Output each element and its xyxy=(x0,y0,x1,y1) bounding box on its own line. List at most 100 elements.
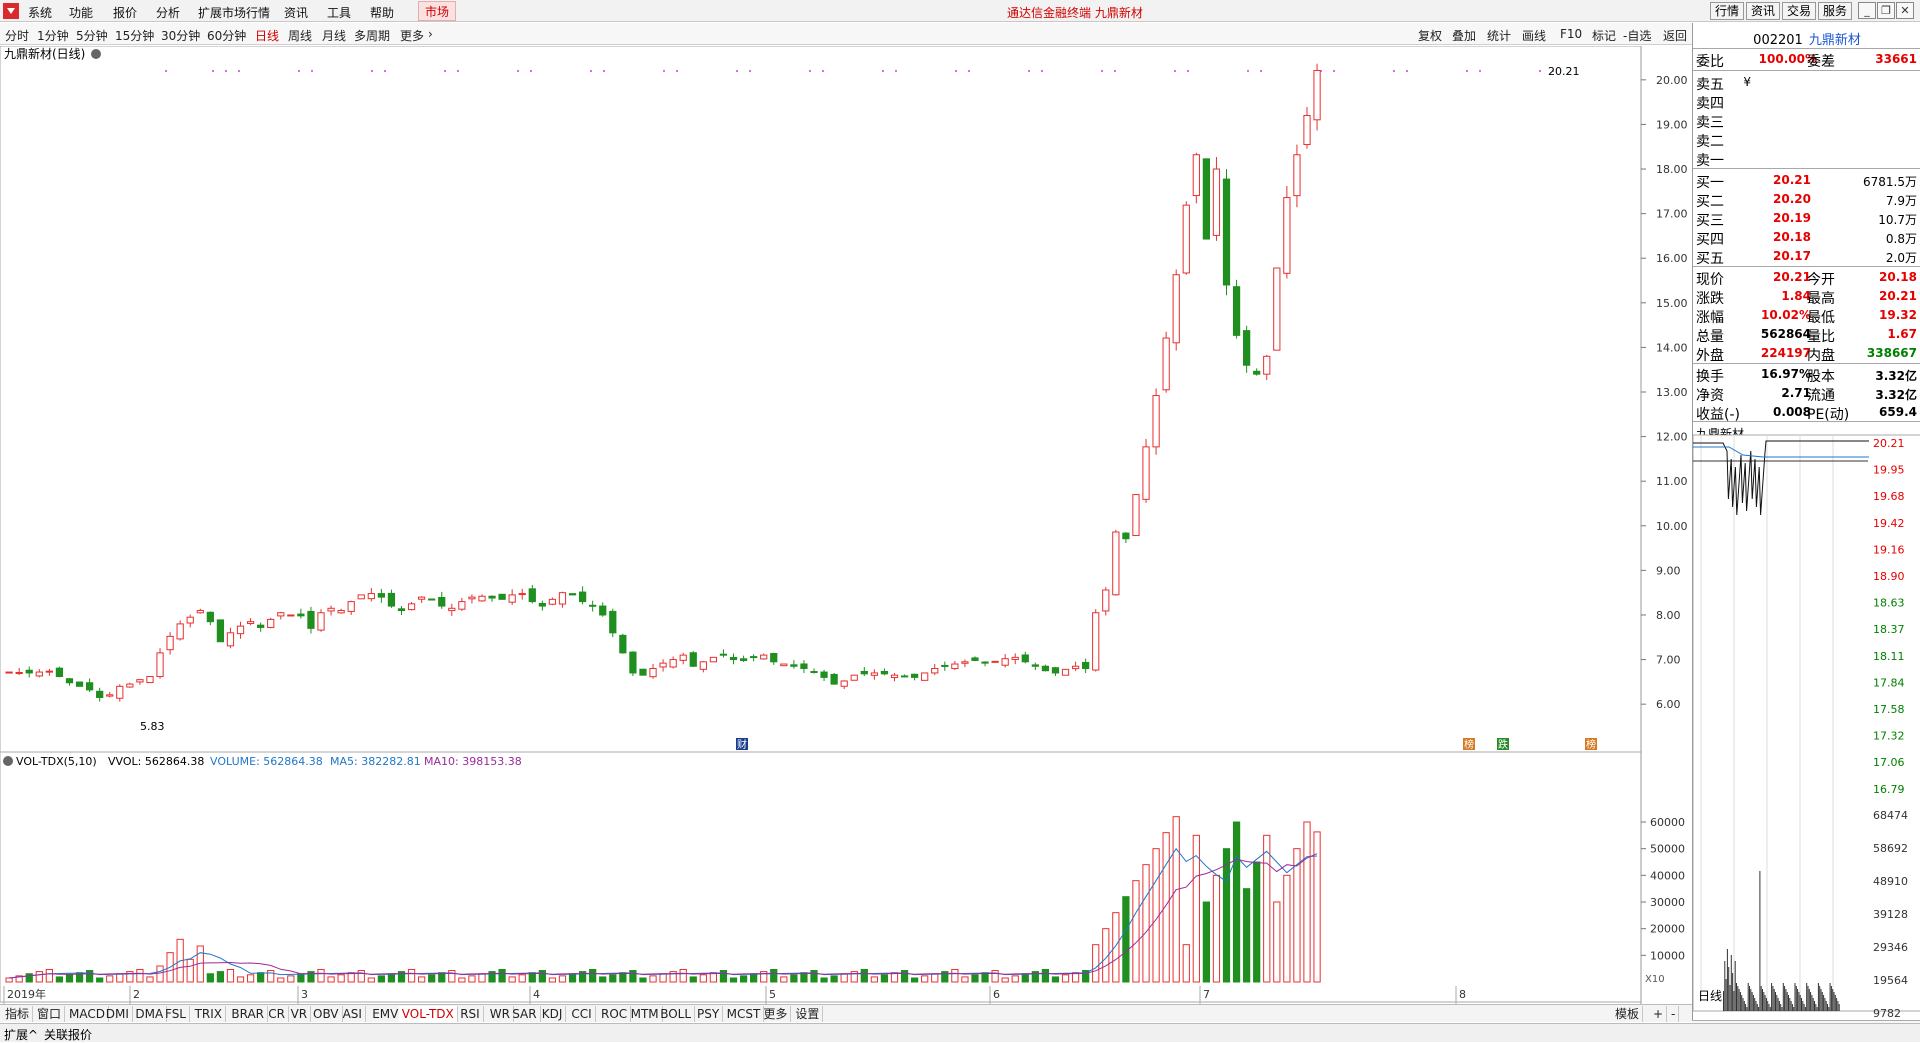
volume-bar xyxy=(136,968,144,983)
indicator-tab[interactable]: ASI xyxy=(340,1006,366,1022)
tab-service[interactable]: 服务 xyxy=(1818,2,1853,20)
mini-volume-bar xyxy=(1834,995,1836,1011)
indicator-tab[interactable]: CR xyxy=(265,1006,289,1022)
candle xyxy=(1263,355,1271,375)
period-tick[interactable]: 分时 xyxy=(5,27,29,44)
indicator-tab[interactable]: SAR xyxy=(509,1006,541,1022)
tab-news[interactable]: 资讯 xyxy=(1746,2,1781,20)
indicator-tab[interactable]: ROC xyxy=(598,1006,632,1022)
menu-info[interactable]: 资讯 xyxy=(284,4,308,21)
status-related-quote[interactable]: 关联报价 xyxy=(44,1026,92,1043)
kline-chart[interactable]: 20.00 19.00 18.00 17.00 16.00 15.00 14.00 13.00… xyxy=(0,46,1692,1004)
btn-draw[interactable]: 画线 xyxy=(1522,27,1546,44)
menu-analysis[interactable]: 分析 xyxy=(156,4,180,21)
volume-bar xyxy=(790,974,798,983)
menu-extended-market[interactable]: 扩展市场行情 xyxy=(198,4,270,21)
indicator-settings-icon[interactable] xyxy=(3,756,13,766)
volume-tick-label: 20000 xyxy=(1650,923,1685,936)
chevron-right-icon[interactable]: › xyxy=(428,27,433,41)
menu-help[interactable]: 帮助 xyxy=(370,4,394,21)
tab-trade[interactable]: 交易 xyxy=(1782,2,1817,20)
price-tick-label: 20.00 xyxy=(1656,74,1688,87)
indicator-tab[interactable]: KDJ xyxy=(539,1006,567,1022)
status-expand[interactable]: 扩展^ xyxy=(4,1026,38,1043)
buy-price: 20.17 xyxy=(1773,249,1811,263)
candle xyxy=(1172,274,1180,344)
period-select[interactable]: 日线 xyxy=(1698,987,1722,1004)
btn-adjust[interactable]: 复权 xyxy=(1418,27,1442,44)
candle xyxy=(880,670,889,675)
indicator-tab[interactable]: 设置 xyxy=(792,1006,824,1022)
indicator-tab[interactable]: TRIX xyxy=(192,1006,227,1022)
menu-function[interactable]: 功能 xyxy=(69,4,93,21)
period-5min[interactable]: 5分钟 xyxy=(76,27,108,44)
indicator-tab[interactable]: MCST xyxy=(724,1006,765,1022)
period-1min[interactable]: 1分钟 xyxy=(37,27,69,44)
indicator-tab[interactable]: 窗口 xyxy=(34,1006,66,1022)
indicator-tab[interactable]: VR xyxy=(288,1006,312,1022)
period-60min[interactable]: 60分钟 xyxy=(207,27,246,44)
btn-back[interactable]: 返回 xyxy=(1663,27,1687,44)
indicator-tab[interactable]: RSI xyxy=(457,1006,484,1022)
menu-system[interactable]: 系统 xyxy=(28,4,52,21)
menu-bar: 系统 功能 报价 分析 扩展市场行情 资讯 工具 帮助 市场 通达信金融终端 九… xyxy=(0,0,1920,22)
period-weekly[interactable]: 周线 xyxy=(288,27,312,44)
period-multi[interactable]: 多周期 xyxy=(354,27,390,44)
stock-name[interactable]: 九鼎新材 xyxy=(1809,33,1861,48)
restore-icon[interactable]: ❐ xyxy=(1877,2,1895,19)
candle xyxy=(971,657,979,661)
app-logo-icon[interactable] xyxy=(3,3,19,19)
btn-mark[interactable]: 标记 xyxy=(1592,27,1616,44)
btn-statistics[interactable]: 统计 xyxy=(1487,27,1511,44)
marker-dot xyxy=(1247,70,1249,72)
minimize-icon[interactable]: _ xyxy=(1858,2,1876,19)
tab-quote[interactable]: 行情 xyxy=(1710,2,1745,20)
volume-bar xyxy=(1061,974,1070,983)
zoom-out-icon[interactable]: - xyxy=(1668,1006,1680,1022)
volume-bar xyxy=(931,973,939,983)
volume-bar xyxy=(468,975,476,983)
close-icon[interactable]: ✕ xyxy=(1896,2,1914,19)
price-tick-label: 16.00 xyxy=(1656,252,1688,265)
period-monthly[interactable]: 月线 xyxy=(322,27,346,44)
period-more[interactable]: 更多 xyxy=(400,27,424,44)
intraday-mini-chart[interactable]: 20.21 19.95 19.68 19.42 19.16 18.90 18.63 18.37… xyxy=(1693,421,1920,1021)
indicator-tab[interactable]: PSY xyxy=(694,1006,724,1022)
volume-bar xyxy=(85,970,94,983)
zoom-in-icon[interactable]: + xyxy=(1650,1006,1668,1022)
menu-tools[interactable]: 工具 xyxy=(327,4,351,21)
btn-watchlist[interactable]: -自选 xyxy=(1623,27,1651,44)
month-label: 7 xyxy=(1203,988,1210,1001)
template-button[interactable]: 模板 xyxy=(1612,1006,1644,1022)
btn-overlay[interactable]: 叠加 xyxy=(1452,27,1476,44)
mini-volume-bar xyxy=(1811,995,1813,1011)
sell-row: 卖二 xyxy=(1693,130,1920,150)
candle xyxy=(840,680,848,687)
mini-volume-bar xyxy=(1790,1001,1792,1011)
indicator-tab[interactable]: OBV xyxy=(310,1006,343,1022)
period-15min[interactable]: 15分钟 xyxy=(115,27,154,44)
indicator-tab[interactable]: 更多 xyxy=(760,1006,792,1022)
marker-dot xyxy=(968,70,970,72)
indicator-tab[interactable]: BRAR xyxy=(228,1006,269,1022)
indicator-tab[interactable]: FSL xyxy=(162,1006,190,1022)
period-30min[interactable]: 30分钟 xyxy=(161,27,200,44)
chart-settings-icon[interactable] xyxy=(91,49,101,59)
indicator-tab[interactable]: DMI xyxy=(103,1006,133,1022)
candle xyxy=(659,662,667,668)
volume-bar xyxy=(558,975,567,983)
indicator-tab[interactable]: 指标 xyxy=(2,1006,34,1022)
vol-unit: X10 xyxy=(1645,974,1665,985)
stat-value: 20.21 xyxy=(1879,289,1917,303)
sell-row: 卖一 xyxy=(1693,149,1920,169)
menu-market[interactable]: 市场 xyxy=(418,1,457,21)
btn-f10[interactable]: F10 xyxy=(1560,27,1582,41)
volume-tick-label: 50000 xyxy=(1650,843,1685,856)
indicator-tab[interactable]: EMV xyxy=(369,1006,403,1022)
menu-quote[interactable]: 报价 xyxy=(113,4,137,21)
period-daily[interactable]: 日线 xyxy=(255,27,279,44)
mini-volume-bar xyxy=(1786,992,1788,1011)
indicator-tab[interactable]: BOLL xyxy=(657,1006,696,1022)
indicator-tab[interactable]: CCI xyxy=(568,1006,596,1022)
indicator-tab[interactable]: VOL-TDX xyxy=(398,1006,458,1022)
